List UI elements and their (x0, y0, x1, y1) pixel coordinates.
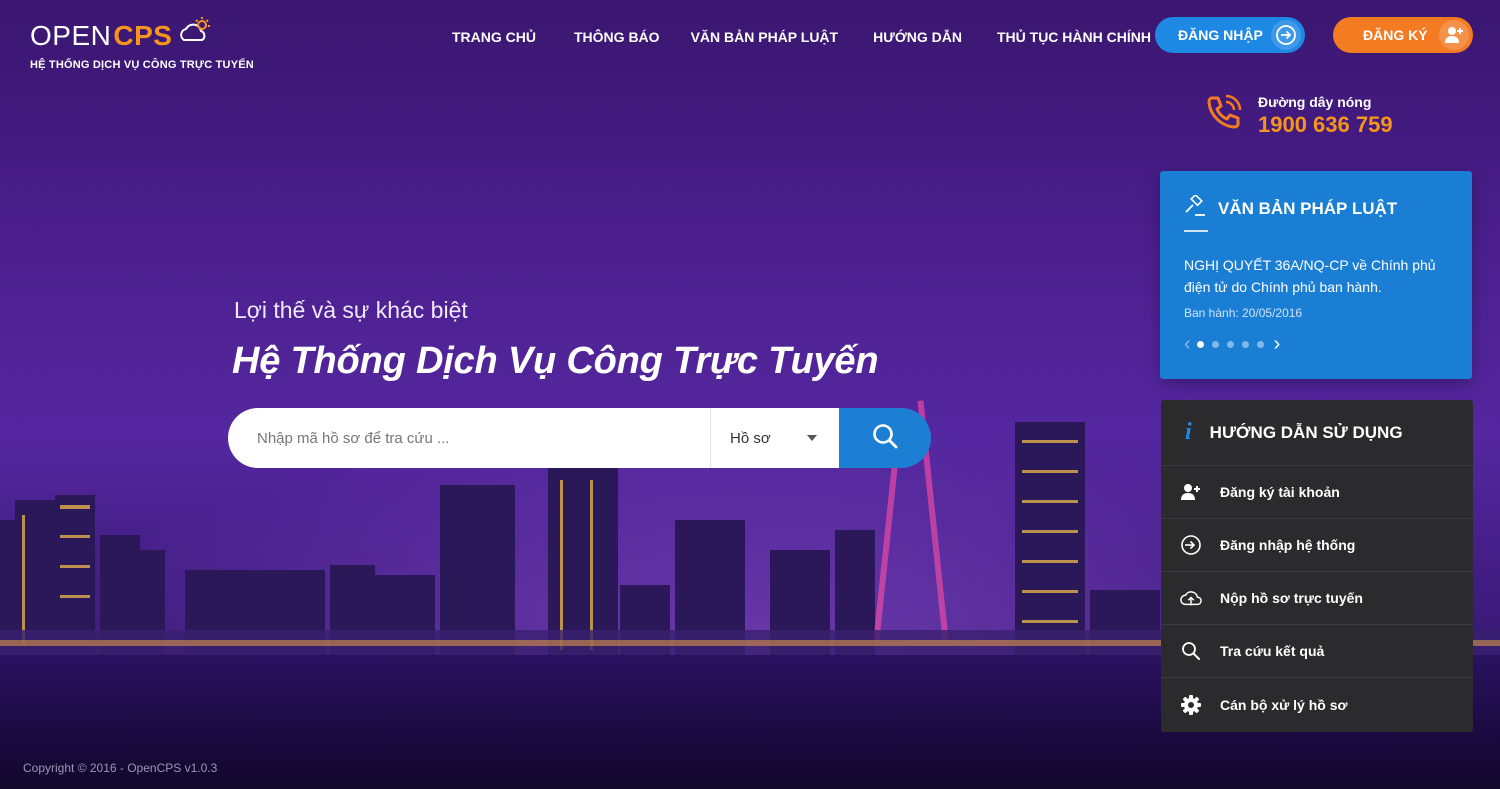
guide-item-login[interactable]: Đăng nhập hệ thống (1161, 519, 1473, 572)
logo-text-cps: CPS (113, 19, 173, 51)
pager-dot[interactable] (1226, 340, 1234, 348)
hero-tagline: Lợi thế và sự khác biệt (234, 297, 468, 323)
legal-document-text[interactable]: NGHỊ QUYẾT 36A/NQ-CP về Chính phủ điện t… (1184, 254, 1448, 298)
register-button-label: ĐĂNG KÝ (1363, 27, 1428, 43)
pager-dot[interactable] (1196, 340, 1204, 348)
login-button[interactable]: ĐĂNG NHẬP (1155, 17, 1305, 53)
legal-documents-card: VĂN BẢN PHÁP LUẬT NGHỊ QUYẾT 36A/NQ-CP v… (1160, 171, 1472, 379)
search-type-value: Hồ sơ (730, 429, 771, 447)
guide-item-label: Nộp hồ sơ trực tuyến (1220, 590, 1363, 606)
info-icon: i (1185, 419, 1192, 445)
logo[interactable]: OPEN CPS HỆ THỐNG DỊCH VỤ CÔNG TRỰC TUYẾ… (30, 16, 254, 71)
legal-document-date: Ban hành: 20/05/2016 (1184, 306, 1303, 320)
caret-down-icon (807, 435, 817, 441)
pager-dot[interactable] (1241, 340, 1249, 348)
guide-item-submit-online[interactable]: Nộp hồ sơ trực tuyến (1161, 572, 1473, 625)
hotline-label: Đường dây nóng (1258, 93, 1372, 110)
hotline-number[interactable]: 1900 636 759 (1258, 112, 1393, 138)
gavel-icon (1184, 193, 1206, 222)
logo-subtitle: HỆ THỐNG DỊCH VỤ CÔNG TRỰC TUYẾN (30, 59, 254, 71)
guide-item-label: Đăng ký tài khoản (1220, 484, 1340, 500)
legal-documents-title: VĂN BẢN PHÁP LUẬT (1218, 198, 1398, 218)
search-input[interactable] (228, 408, 710, 468)
nav-home[interactable]: TRANG CHỦ (452, 29, 536, 45)
register-button[interactable]: ĐĂNG KÝ (1333, 17, 1473, 53)
search-type-select[interactable]: Hồ sơ (710, 408, 839, 468)
guide-item-label: Cán bộ xử lý hồ sơ (1220, 696, 1348, 713)
hero-title: Hệ Thống Dịch Vụ Công Trực Tuyến (232, 340, 879, 382)
nav-guide[interactable]: HƯỚNG DẪN (873, 29, 962, 45)
login-button-label: ĐĂNG NHẬP (1178, 27, 1263, 43)
nav-announcements[interactable]: THÔNG BÁO (574, 29, 660, 45)
search-icon (871, 422, 899, 455)
search-button[interactable] (839, 408, 931, 468)
add-user-icon (1180, 481, 1202, 503)
search-icon (1180, 640, 1202, 662)
hotline: Đường dây nóng 1900 636 759 (1202, 92, 1393, 139)
cloud-upload-icon (1180, 587, 1202, 609)
footer-copyright: Copyright © 2016 - OpenCPS v1.0.3 (23, 761, 218, 775)
usage-guide-panel: i HƯỚNG DẪN SỬ DỤNG Đăng ký tài khoản Đă… (1161, 400, 1473, 732)
phone-icon (1202, 92, 1244, 139)
gear-icon (1180, 694, 1202, 716)
add-user-icon (1439, 20, 1469, 50)
nav-procedures[interactable]: THỦ TỤC HÀNH CHÍNH (997, 29, 1151, 45)
guide-item-register-account[interactable]: Đăng ký tài khoản (1161, 466, 1473, 519)
usage-guide-title: HƯỚNG DẪN SỬ DỤNG (1209, 422, 1403, 442)
slider-pager: ‹ › (1184, 334, 1448, 354)
nav-legal-documents[interactable]: VĂN BẢN PHÁP LUẬT (691, 29, 839, 45)
search-bar: Hồ sơ (228, 408, 931, 468)
guide-item-label: Đăng nhập hệ thống (1220, 537, 1356, 553)
chevron-right-icon[interactable]: › (1274, 334, 1281, 354)
guide-item-lookup-results[interactable]: Tra cứu kết quả (1161, 625, 1473, 678)
guide-item-officer-processing[interactable]: Cán bộ xử lý hồ sơ (1161, 678, 1473, 731)
pager-dot[interactable] (1256, 340, 1264, 348)
logo-text-open: OPEN (30, 19, 112, 51)
pager-dot[interactable] (1211, 340, 1219, 348)
login-icon (1180, 534, 1202, 556)
chevron-left-icon[interactable]: ‹ (1184, 334, 1191, 354)
title-underline (1184, 230, 1208, 232)
guide-item-label: Tra cứu kết quả (1220, 643, 1325, 659)
main-nav: TRANG CHỦ THÔNG BÁO VĂN BẢN PHÁP LUẬT HƯ… (452, 29, 1185, 45)
cloud-gear-icon (176, 16, 212, 55)
login-arrow-icon (1271, 20, 1301, 50)
